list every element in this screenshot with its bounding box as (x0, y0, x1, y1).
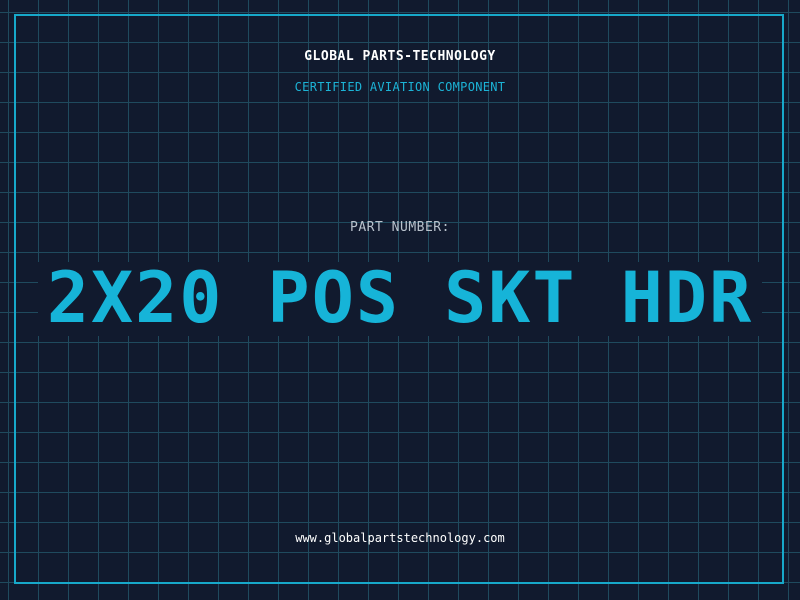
part-number-value: 2X20 POS SKT HDR (46, 257, 754, 339)
part-card: GLOBAL PARTS-TECHNOLOGY CERTIFIED AVIATI… (0, 0, 800, 600)
certification-tagline: CERTIFIED AVIATION COMPONENT (294, 80, 506, 94)
website-link[interactable]: www.globalpartstechnology.com (0, 531, 800, 545)
company-name: GLOBAL PARTS-TECHNOLOGY (304, 49, 496, 64)
part-number-label: PART NUMBER: (350, 220, 450, 235)
